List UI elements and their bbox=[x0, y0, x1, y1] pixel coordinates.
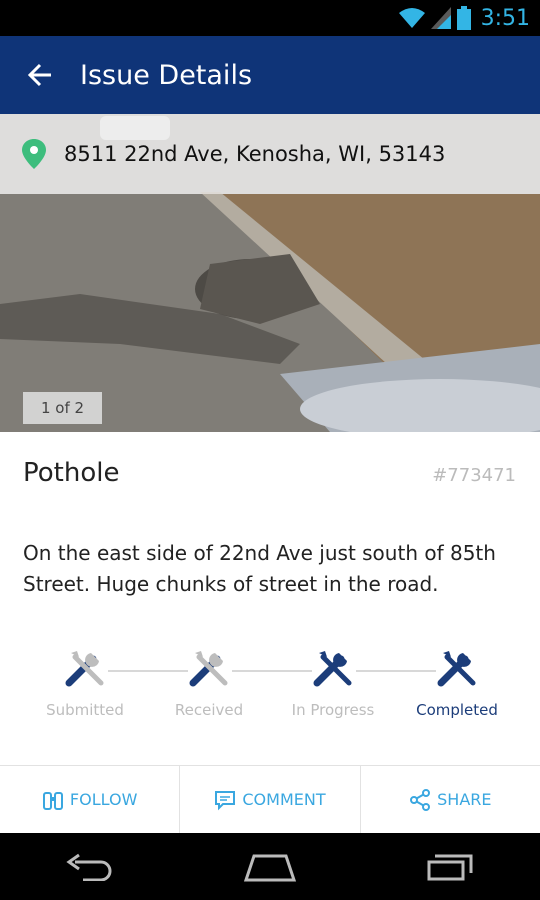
step-label: Received bbox=[174, 701, 244, 719]
step-in-progress: In Progress bbox=[268, 645, 398, 719]
comment-label: COMMENT bbox=[242, 790, 326, 809]
back-arrow-icon bbox=[27, 63, 51, 87]
status-icons: 3:51 bbox=[398, 0, 530, 36]
nav-home-button[interactable] bbox=[225, 833, 315, 900]
share-label: SHARE bbox=[437, 790, 492, 809]
step-submitted: Submitted bbox=[20, 645, 150, 719]
nav-back-button[interactable] bbox=[45, 833, 135, 900]
tools-icon bbox=[437, 651, 476, 687]
back-button[interactable] bbox=[0, 36, 80, 114]
address-bar: 8511 22nd Ave, Kenosha, WI, 53143 bbox=[0, 114, 540, 194]
issue-number: #773471 bbox=[432, 465, 516, 486]
system-nav-bar bbox=[0, 833, 540, 900]
battery-icon bbox=[456, 6, 471, 30]
share-button[interactable]: SHARE bbox=[361, 766, 540, 833]
tools-icon bbox=[65, 651, 104, 687]
status-tracker: Submitted Received In Progress Completed bbox=[0, 645, 540, 735]
issue-description: On the east side of 22nd Ave just south … bbox=[23, 541, 496, 596]
nav-home-icon bbox=[243, 854, 297, 881]
status-bar: 3:51 bbox=[0, 0, 540, 36]
comment-button[interactable]: COMMENT bbox=[180, 766, 361, 833]
issue-title: Pothole bbox=[23, 458, 120, 488]
step-completed: Completed bbox=[392, 645, 522, 719]
signal-icon bbox=[430, 7, 451, 29]
nav-recents-button[interactable] bbox=[405, 833, 495, 900]
binoculars-icon bbox=[42, 791, 63, 810]
tools-icon bbox=[313, 651, 352, 687]
nav-back-icon bbox=[66, 853, 112, 881]
status-time: 3:51 bbox=[480, 5, 530, 31]
follow-label: FOLLOW bbox=[69, 790, 138, 809]
step-label: Submitted bbox=[46, 701, 124, 719]
step-received: Received bbox=[144, 645, 274, 719]
tools-icon bbox=[189, 651, 228, 687]
step-label: In Progress bbox=[291, 701, 375, 719]
photo-counter: 1 of 2 bbox=[23, 392, 102, 424]
app-bar: Issue Details bbox=[0, 36, 540, 114]
share-icon bbox=[410, 788, 431, 811]
action-bar: FOLLOW COMMENT SHARE bbox=[0, 765, 540, 833]
wifi-icon bbox=[398, 8, 425, 28]
address-text: 8511 22nd Ave, Kenosha, WI, 53143 bbox=[64, 142, 446, 166]
comment-icon bbox=[215, 790, 236, 810]
step-label: Completed bbox=[416, 701, 498, 719]
follow-button[interactable]: FOLLOW bbox=[0, 766, 181, 833]
location-pin-icon bbox=[22, 139, 46, 169]
nav-recents-icon bbox=[427, 854, 473, 880]
page-title: Issue Details bbox=[80, 59, 253, 91]
